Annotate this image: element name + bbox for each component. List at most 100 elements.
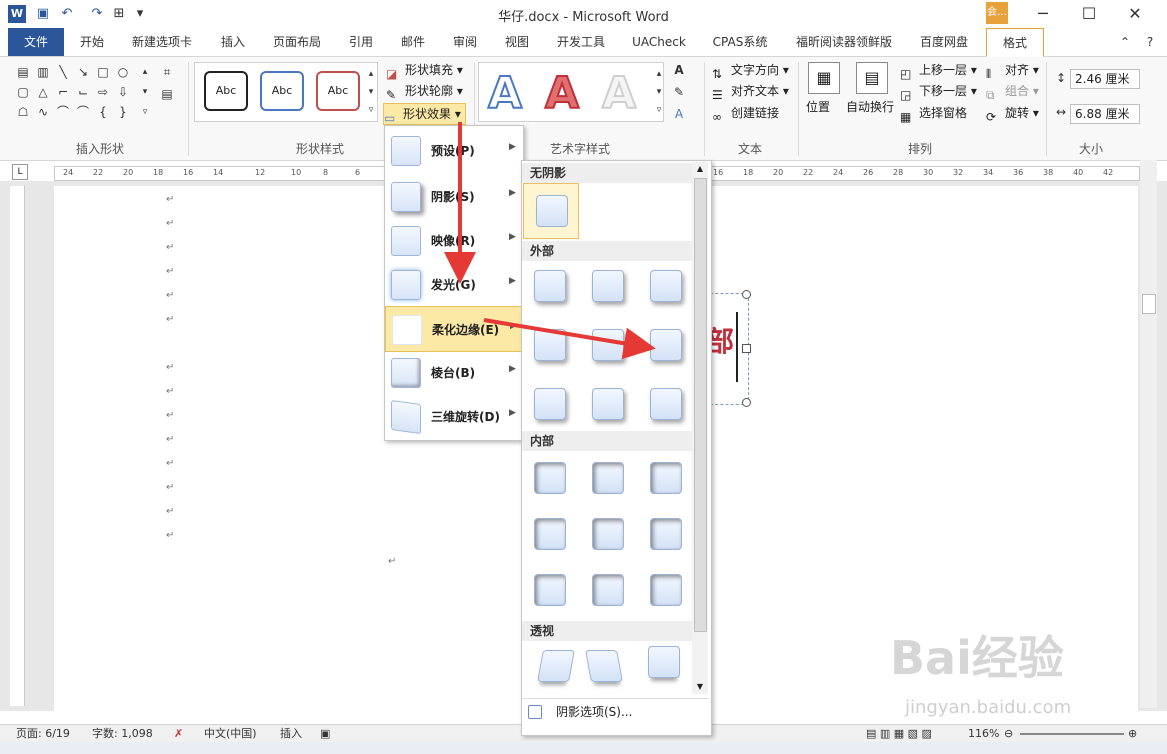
tab-cpas[interactable]: CPAS系统: [702, 28, 778, 56]
menu-item-shadow[interactable]: 阴影(S) ▶: [385, 174, 521, 218]
wrap-text-icon[interactable]: ▤: [856, 62, 888, 94]
shadow-option-inner[interactable]: [534, 574, 566, 606]
shadow-option-inner[interactable]: [650, 518, 682, 550]
text-direction-button[interactable]: ⇅ 文字方向 ▾: [712, 60, 789, 81]
shadow-option-outer[interactable]: [650, 270, 682, 302]
resize-handle[interactable]: [742, 290, 751, 299]
shape-height-input[interactable]: 2.46 厘米: [1070, 69, 1140, 89]
wordart-scroll-up-icon[interactable]: ▴: [650, 66, 668, 82]
tab-format[interactable]: 格式: [986, 28, 1044, 57]
help-icon[interactable]: ?: [1140, 28, 1160, 56]
shadow-option-inner[interactable]: [534, 518, 566, 550]
resize-handle[interactable]: [742, 398, 751, 407]
status-language[interactable]: 中文(中国): [204, 725, 257, 743]
tab-file[interactable]: 文件: [8, 28, 64, 56]
tab-new[interactable]: 新建选项卡: [122, 28, 202, 56]
shape-effects-button[interactable]: ▭ 形状效果 ▾: [383, 103, 466, 125]
arc-shape-icon[interactable]: ⌒: [54, 104, 72, 120]
selection-pane-button[interactable]: ▦ 选择窗格: [900, 103, 967, 124]
shadow-option-outer[interactable]: [592, 329, 624, 361]
left-brace-shape-icon[interactable]: {: [94, 104, 112, 120]
wrap-text-label[interactable]: 自动换行: [846, 98, 894, 115]
styles-scroll-down-icon[interactable]: ▾: [362, 84, 380, 100]
status-mode[interactable]: 插入: [280, 725, 302, 743]
gallery-scroll-thumb[interactable]: [694, 178, 707, 632]
shadow-option-outer[interactable]: [592, 270, 624, 302]
textbox-draw-icon[interactable]: ▤: [158, 86, 176, 102]
shadow-option-outer[interactable]: [534, 270, 566, 302]
tab-selector-icon[interactable]: L: [12, 164, 28, 180]
elbow2-shape-icon[interactable]: ⌙: [74, 84, 92, 100]
right-brace-shape-icon[interactable]: }: [114, 104, 132, 120]
shadow-option-inner[interactable]: [592, 574, 624, 606]
textbox-shape-icon[interactable]: ▤: [14, 64, 32, 80]
status-zoom[interactable]: 116%: [968, 725, 999, 743]
shape-width-input[interactable]: 6.88 厘米: [1070, 104, 1140, 124]
styles-scroll-up-icon[interactable]: ▴: [362, 66, 380, 82]
text-outline-icon[interactable]: ✎: [670, 84, 688, 100]
shadow-option-inner[interactable]: [650, 574, 682, 606]
menu-item-bevel[interactable]: 棱台(B) ▶: [385, 350, 521, 394]
collapse-ribbon-icon[interactable]: ⌃: [1116, 28, 1134, 56]
tab-review[interactable]: 审阅: [442, 28, 488, 56]
shadow-option-inner[interactable]: [534, 462, 566, 494]
position-label[interactable]: 位置: [806, 98, 830, 115]
shadow-option-outer[interactable]: [592, 388, 624, 420]
macro-icon[interactable]: ▣: [320, 725, 330, 743]
menu-item-preset[interactable]: 预设(P) ▶: [385, 128, 521, 172]
position-icon[interactable]: ▦: [808, 62, 840, 94]
shapes-gallery[interactable]: ▤ ▥ ╲ ↘ □ ○ ▢ △ ⌐ ⌙ ⇨ ⇩ ☖ ∿ ⌒ ⌒ { } ▴ ▾ …: [14, 64, 150, 126]
resize-handle[interactable]: [742, 344, 751, 353]
wordart-scroll-down-icon[interactable]: ▾: [650, 84, 668, 100]
arrow-line-shape-icon[interactable]: ↘: [74, 64, 92, 80]
scroll-down-icon[interactable]: ▼: [692, 680, 708, 694]
line-shape-icon[interactable]: ╲: [54, 64, 72, 80]
tab-insert[interactable]: 插入: [210, 28, 256, 56]
elbow-shape-icon[interactable]: ⌐: [54, 84, 72, 100]
rectangle-shape-icon[interactable]: □: [94, 64, 112, 80]
wordart-style-gray[interactable]: A: [601, 67, 637, 120]
shadow-options-item[interactable]: 阴影选项(S)...: [522, 698, 709, 725]
proofing-icon[interactable]: ✗: [174, 725, 183, 743]
view-buttons-icon[interactable]: ▤ ▥ ▦ ▧ ▨: [866, 725, 932, 743]
shadow-option-perspective[interactable]: [648, 646, 680, 678]
shadow-option-none[interactable]: [536, 195, 568, 227]
tab-mailings[interactable]: 邮件: [390, 28, 436, 56]
shadow-option-inner[interactable]: [592, 518, 624, 550]
wordart-style-red[interactable]: A: [544, 67, 580, 120]
create-link-button[interactable]: ∞ 创建链接: [712, 103, 779, 124]
status-words[interactable]: 字数: 1,098: [92, 725, 153, 743]
zoom-in-icon[interactable]: ⊕: [1128, 725, 1137, 743]
down-arrow-shape-icon[interactable]: ⇩: [114, 84, 132, 100]
status-page[interactable]: 页面: 6/19: [16, 725, 70, 743]
brace-shape-icon[interactable]: ⌒: [74, 104, 92, 120]
tab-view[interactable]: 视图: [494, 28, 540, 56]
scroll-thumb[interactable]: [1142, 294, 1156, 314]
shapes-more-icon[interactable]: ▿: [136, 104, 154, 120]
tab-home[interactable]: 开始: [68, 28, 116, 56]
group-button[interactable]: ⧉ 组合 ▾: [986, 81, 1039, 102]
tab-uacheck[interactable]: UACheck: [622, 28, 696, 56]
vertical-ruler[interactable]: [10, 186, 25, 706]
minimize-button[interactable]: ─: [1020, 0, 1066, 28]
align-button[interactable]: ⫴ 对齐 ▾: [986, 60, 1039, 81]
bring-forward-button[interactable]: ◰ 上移一层 ▾: [900, 60, 977, 81]
menu-item-glow[interactable]: 发光(G) ▶: [385, 262, 521, 306]
gallery-scrollbar[interactable]: ▲ ▼: [692, 162, 708, 694]
shape-style-red[interactable]: Abc: [316, 71, 360, 111]
rotate-button[interactable]: ⟳ 旋转 ▾: [986, 103, 1039, 124]
menu-item-3d-rotation[interactable]: 三维旋转(D) ▶: [385, 394, 521, 438]
curve-shape-icon[interactable]: ∿: [34, 104, 52, 120]
menu-item-reflection[interactable]: 映像(R) ▶: [385, 218, 521, 262]
shadow-option-outer[interactable]: [534, 388, 566, 420]
shadow-option-outer[interactable]: [650, 388, 682, 420]
shadow-option-perspective[interactable]: [537, 650, 575, 682]
shape-style-black[interactable]: Abc: [204, 71, 248, 111]
tab-baidu-pan[interactable]: 百度网盘: [908, 28, 980, 56]
shadow-option-perspective[interactable]: [585, 650, 623, 682]
tab-references[interactable]: 引用: [338, 28, 384, 56]
tab-page-layout[interactable]: 页面布局: [264, 28, 330, 56]
scroll-up-icon[interactable]: ▲: [692, 162, 708, 176]
styles-more-icon[interactable]: ▿: [362, 102, 380, 118]
wordart-more-icon[interactable]: ▿: [650, 102, 668, 118]
